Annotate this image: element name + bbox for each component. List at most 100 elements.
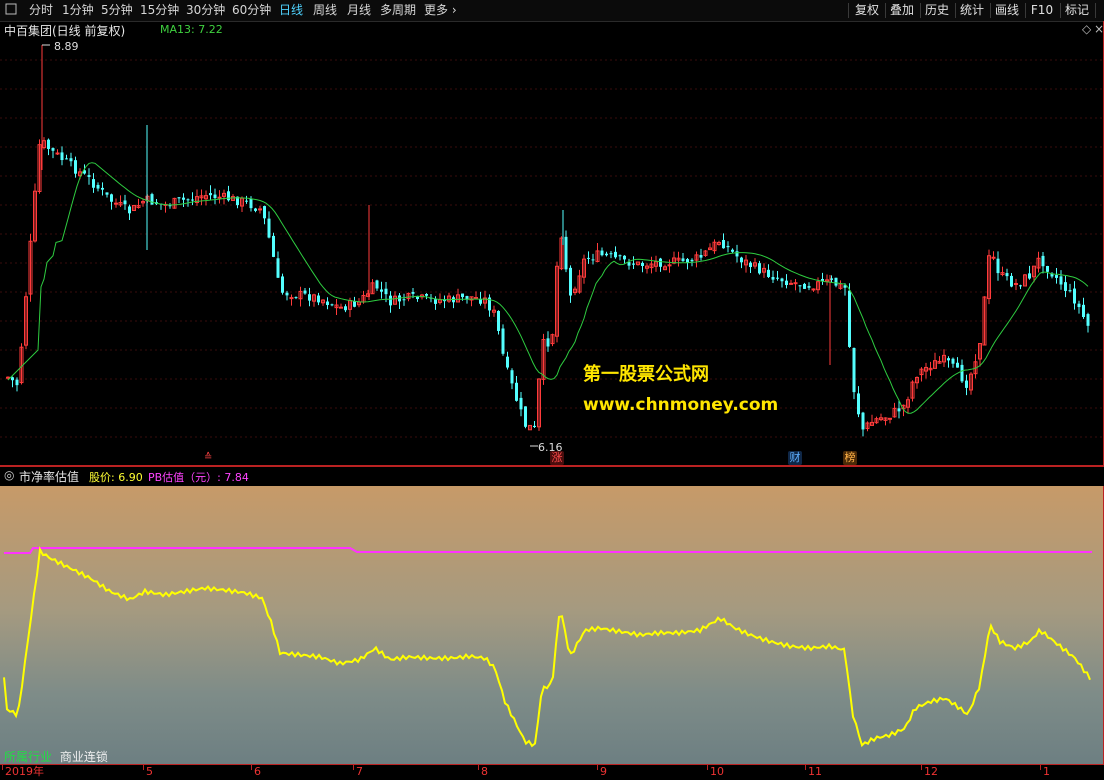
- candle-body-up: [6, 376, 10, 379]
- candle-body-up: [258, 208, 262, 211]
- candle-body-down: [263, 206, 266, 219]
- candle-body-up: [217, 196, 222, 199]
- axis-label-may: 5: [146, 765, 153, 778]
- industry-info: 所属行业 商业连锁: [4, 748, 108, 765]
- candle-body-down: [956, 362, 959, 368]
- industry-label: 所属行业: [4, 750, 53, 764]
- candle-body-down: [618, 255, 622, 257]
- candle-body-down: [353, 301, 356, 307]
- candle-body-down: [965, 380, 968, 388]
- candle-body-down: [1046, 265, 1049, 272]
- axis-label-dec: 12: [924, 765, 938, 778]
- candle-body-down: [641, 262, 644, 266]
- finance-tag[interactable]: 财: [788, 451, 802, 465]
- candle-body-down: [209, 193, 212, 196]
- candle-body-down: [267, 218, 271, 238]
- candle-body-down: [632, 263, 635, 265]
- candle-body-down: [897, 408, 901, 412]
- candle-body-up: [667, 264, 672, 267]
- candle-body-down: [569, 267, 572, 296]
- candle-body-up: [991, 256, 996, 259]
- candle-body-down: [308, 294, 311, 301]
- candle-body-down: [150, 194, 154, 205]
- candle-body-down: [627, 262, 631, 266]
- candle-body-down: [609, 253, 613, 255]
- candle-body-down: [699, 254, 703, 258]
- candle-body-down: [726, 245, 730, 248]
- candle-body-down: [285, 292, 289, 296]
- watermark-url: www.chnmoney.com: [583, 395, 779, 415]
- candle-body-down: [249, 198, 253, 209]
- candle-body-down: [960, 364, 964, 382]
- axis-label-jun: 6: [254, 765, 261, 778]
- candle-body-down: [546, 338, 550, 347]
- indicator-name[interactable]: 市净率估值: [19, 468, 79, 485]
- axis-label-oct: 10: [710, 765, 724, 778]
- candle-body-down: [461, 293, 464, 298]
- candle-body-down: [1028, 273, 1031, 279]
- candle-body-down: [722, 239, 725, 249]
- ranking-tag[interactable]: 榜: [843, 451, 857, 465]
- candle-body-down: [1041, 255, 1045, 267]
- candle-body-down: [416, 296, 419, 300]
- candle-body-down: [996, 258, 1000, 274]
- candle-body-down: [501, 328, 505, 354]
- candle-body-down: [767, 269, 770, 277]
- axis-tick: [1040, 765, 1041, 770]
- candle-body-down: [245, 200, 248, 202]
- event-marker-icon[interactable]: ≙: [204, 452, 212, 463]
- candle-body-down: [771, 277, 775, 280]
- candle-body-down: [1077, 303, 1081, 308]
- candle-body-down: [807, 286, 811, 288]
- candle-body-down: [735, 251, 739, 257]
- candle-body-down: [254, 208, 257, 211]
- candle-body-up: [789, 282, 793, 285]
- candle-body-down: [11, 377, 14, 381]
- candle-body-down: [600, 250, 604, 256]
- axis-label-nov: 11: [808, 765, 822, 778]
- candle-body-down: [294, 297, 298, 299]
- price-value-label: 股价: 6.90: [89, 471, 143, 484]
- candle-body-down: [524, 406, 527, 427]
- time-axis: 2019年 5 6 7 8 9 10 11 12 1: [0, 764, 1104, 780]
- axis-label-sep: 9: [600, 765, 607, 778]
- axis-tick: [353, 765, 354, 770]
- axis-tick: [597, 765, 598, 770]
- candle-body-down: [681, 258, 685, 262]
- candle-body-down: [564, 236, 568, 270]
- candle-body-down: [227, 191, 230, 201]
- candle-body-down: [1073, 288, 1076, 304]
- candle-body-down: [96, 184, 100, 189]
- candle-body-down: [47, 139, 50, 149]
- candle-body-down: [848, 290, 851, 347]
- candle-body-down: [330, 304, 334, 306]
- axis-tick: [805, 765, 806, 770]
- candle-body-down: [749, 262, 752, 268]
- industry-value: 商业连锁: [59, 750, 108, 764]
- pb-value-label: PB估值（元）: 7.84: [148, 471, 249, 484]
- candle-body-down: [182, 197, 185, 200]
- candle-body-down: [105, 192, 109, 195]
- candle-body-down: [317, 295, 320, 303]
- candle-body-down: [605, 253, 608, 256]
- candle-body-down: [690, 259, 694, 262]
- kline-chart[interactable]: [0, 0, 1104, 779]
- candle-body-down: [1068, 290, 1072, 292]
- candle-body-down: [186, 199, 190, 201]
- candle-body-down: [74, 160, 77, 174]
- candle-body-up: [1014, 283, 1018, 286]
- candle-body-down: [411, 291, 415, 294]
- candle-body-down: [740, 257, 743, 263]
- candle-body-down: [434, 299, 437, 304]
- indicator-menu-icon[interactable]: ◎: [4, 468, 14, 482]
- candle-body-down: [1010, 275, 1013, 287]
- candle-body-down: [128, 206, 131, 214]
- candle-body-down: [780, 278, 784, 282]
- candle-body-down: [798, 285, 802, 287]
- candle-body-down: [51, 148, 55, 151]
- candle-body-down: [69, 158, 73, 162]
- candle-body-down: [380, 289, 383, 292]
- limit-up-tag[interactable]: 涨: [550, 451, 564, 465]
- high-price-label: 8.89: [54, 40, 79, 53]
- axis-tick: [707, 765, 708, 770]
